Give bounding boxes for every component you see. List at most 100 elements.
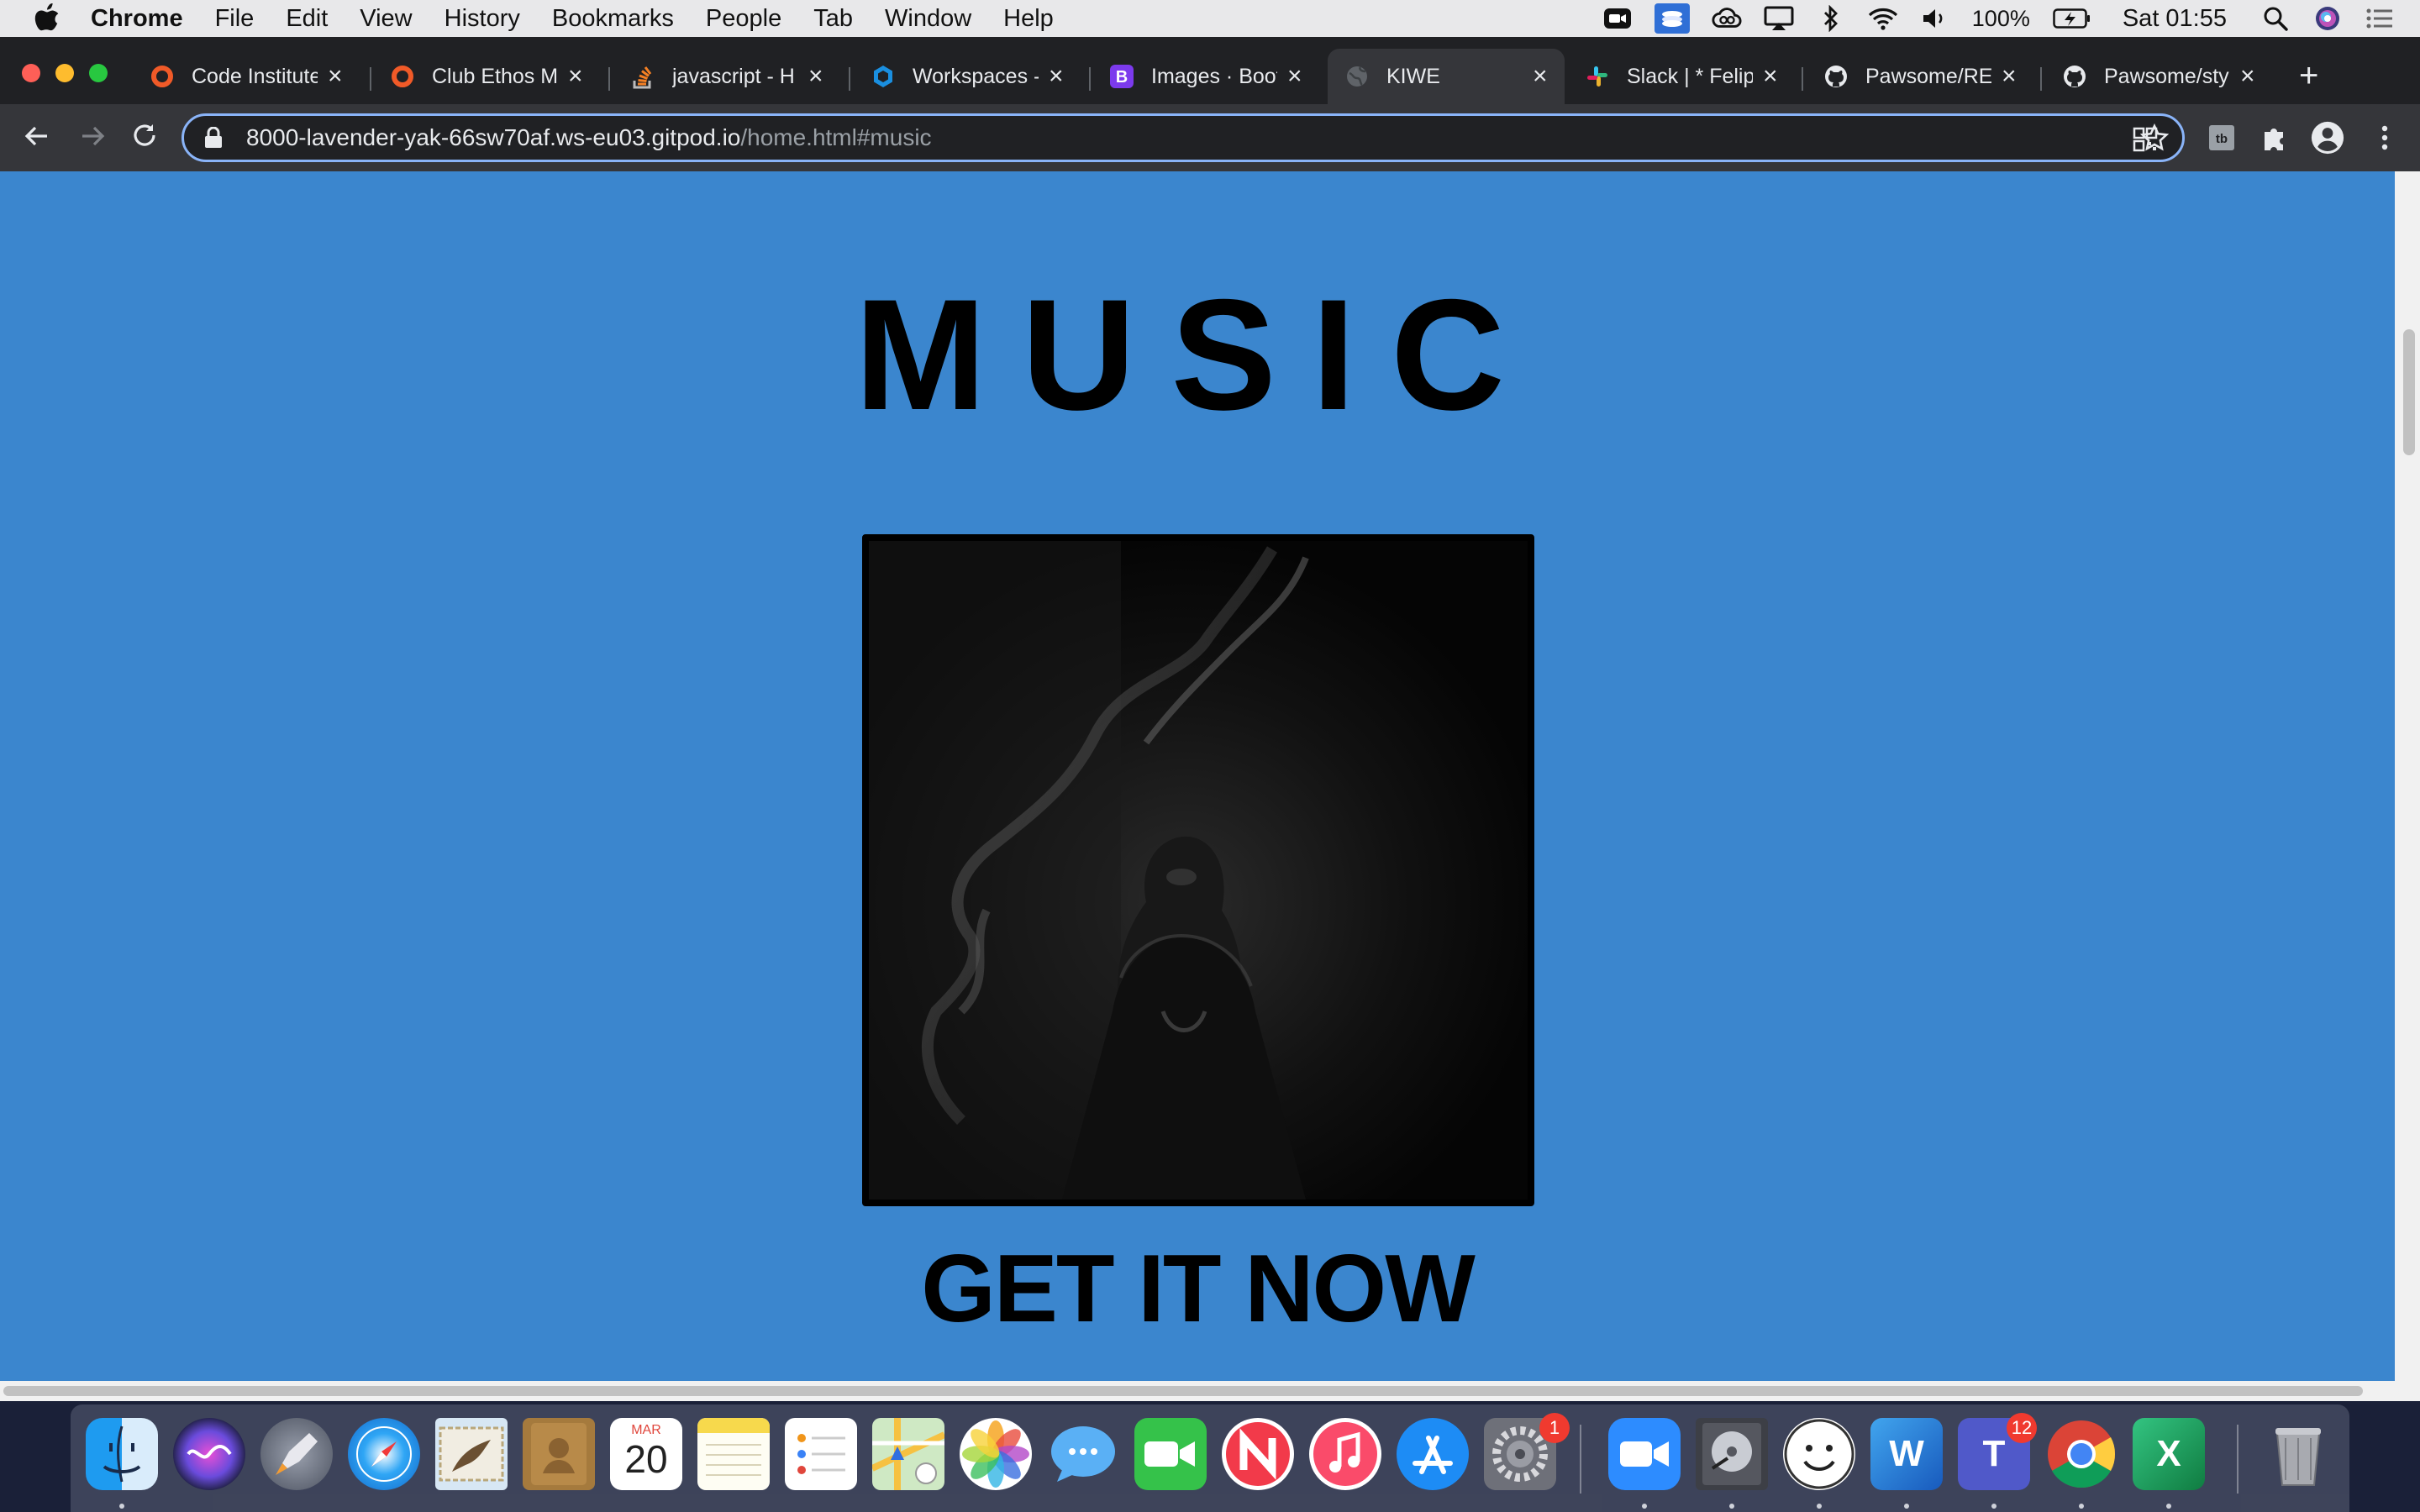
- tab-close-icon[interactable]: ×: [1049, 64, 1067, 89]
- menu-people[interactable]: People: [706, 5, 781, 33]
- tab-close-icon[interactable]: ×: [808, 64, 827, 89]
- disk-utility-icon[interactable]: [1696, 1418, 1768, 1490]
- bootstrap-icon: B: [1109, 64, 1134, 89]
- address-bar[interactable]: 8000-lavender-yak-66sw70af.ws-eu03.gitpo…: [182, 113, 2185, 162]
- notes-icon[interactable]: [697, 1418, 770, 1490]
- album-cover-image[interactable]: [862, 534, 1534, 1206]
- mail-icon[interactable]: [435, 1418, 508, 1490]
- window-close-button[interactable]: [22, 64, 40, 82]
- tab-workspaces[interactable]: Workspaces - ×: [854, 49, 1081, 104]
- apple-logo-icon[interactable]: [34, 3, 60, 34]
- menu-window[interactable]: Window: [885, 5, 971, 33]
- safari-icon[interactable]: [348, 1418, 420, 1490]
- tab-close-icon[interactable]: ×: [568, 64, 587, 89]
- wifi-icon[interactable]: [1868, 6, 1898, 31]
- tab-close-icon[interactable]: ×: [1287, 64, 1306, 89]
- section-title: MUSIC: [855, 266, 1540, 443]
- trash-icon[interactable]: [2262, 1418, 2334, 1490]
- battery-icon[interactable]: [2052, 6, 2092, 31]
- menu-tab[interactable]: Tab: [813, 5, 853, 33]
- new-tab-button[interactable]: +: [2299, 59, 2318, 92]
- tab-kiwe[interactable]: KIWE ×: [1328, 49, 1565, 104]
- tab-label: Pawsome/sty: [2104, 64, 2229, 88]
- chrome-icon[interactable]: [2045, 1418, 2118, 1490]
- tab-slack[interactable]: Slack | * Felip ×: [1568, 49, 1795, 104]
- teams-letter: T: [1982, 1433, 2006, 1474]
- tab-pawsome-style[interactable]: Pawsome/sty ×: [2045, 49, 2272, 104]
- airplay-icon[interactable]: [1764, 6, 1794, 31]
- more-menu-icon[interactable]: [2368, 121, 2402, 155]
- word-icon[interactable]: W: [1870, 1418, 1943, 1490]
- menu-view[interactable]: View: [360, 5, 412, 33]
- extensions-puzzle-icon[interactable]: [2257, 121, 2291, 155]
- maps-icon[interactable]: [872, 1418, 944, 1490]
- forward-button[interactable]: [76, 121, 109, 155]
- tab-close-icon[interactable]: ×: [2240, 64, 2259, 89]
- siri-status-icon[interactable]: [2312, 6, 2343, 31]
- tab-label: Code Institute: [192, 64, 318, 88]
- launchpad-icon[interactable]: [260, 1418, 333, 1490]
- music-icon[interactable]: [1309, 1418, 1381, 1490]
- tab-label: Slack | * Felip: [1627, 64, 1753, 88]
- app-store-icon[interactable]: [1397, 1418, 1469, 1490]
- back-button[interactable]: [20, 121, 54, 155]
- calendar-icon[interactable]: MAR 20: [610, 1418, 682, 1490]
- horizontal-scrollbar-thumb[interactable]: [3, 1386, 2363, 1396]
- messages-icon[interactable]: [1047, 1418, 1119, 1490]
- window-minimize-button[interactable]: [55, 64, 74, 82]
- macos-menubar: Chrome File Edit View History Bookmarks …: [0, 0, 2420, 37]
- tab-label: Pawsome/RE: [1865, 64, 1991, 88]
- reminders-icon[interactable]: [785, 1418, 857, 1490]
- stackoverflow-icon: [630, 64, 655, 89]
- creative-cloud-icon[interactable]: [1712, 6, 1742, 31]
- finder-icon[interactable]: [86, 1418, 158, 1490]
- zoom-status-icon[interactable]: [1602, 6, 1633, 31]
- notification-center-icon[interactable]: [2365, 6, 2395, 31]
- contacts-icon[interactable]: [523, 1418, 595, 1490]
- bluetooth-icon[interactable]: [1816, 5, 1846, 32]
- tab-close-icon[interactable]: ×: [1763, 64, 1781, 89]
- tab-club-ethos[interactable]: Club Ethos M ×: [373, 49, 600, 104]
- vertical-scrollbar-thumb[interactable]: [2403, 329, 2415, 455]
- menu-bookmarks[interactable]: Bookmarks: [552, 5, 674, 33]
- zoom-icon[interactable]: [1608, 1418, 1681, 1490]
- profile-avatar-icon[interactable]: [2311, 121, 2344, 155]
- photos-icon[interactable]: [960, 1418, 1032, 1490]
- tab-javascript[interactable]: javascript - H ×: [613, 49, 840, 104]
- siri-icon[interactable]: [173, 1418, 245, 1490]
- running-indicator: [119, 1504, 124, 1509]
- tab-close-icon[interactable]: ×: [2002, 64, 2020, 89]
- tab-label: Club Ethos M: [432, 64, 558, 88]
- reload-button[interactable]: [128, 121, 161, 155]
- menubar-clock[interactable]: Sat 01:55: [2123, 5, 2227, 33]
- smiley-icon[interactable]: [1783, 1418, 1855, 1490]
- menu-app-name[interactable]: Chrome: [91, 5, 183, 33]
- stack-status-icon[interactable]: [1654, 3, 1690, 34]
- lock-icon[interactable]: [204, 127, 223, 149]
- menu-help[interactable]: Help: [1003, 5, 1054, 33]
- page-viewport: MUSIC GET IT NOW: [0, 171, 2420, 1401]
- extension-tab-icon[interactable]: tb: [2205, 121, 2238, 155]
- menu-file[interactable]: File: [215, 5, 255, 33]
- menu-history[interactable]: History: [445, 5, 520, 33]
- menu-edit[interactable]: Edit: [286, 5, 328, 33]
- tab-pawsome-readme[interactable]: Pawsome/RE ×: [1807, 49, 2033, 104]
- news-icon[interactable]: [1222, 1418, 1294, 1490]
- facetime-icon[interactable]: [1134, 1418, 1207, 1490]
- spotlight-search-icon[interactable]: [2260, 6, 2291, 31]
- bookmark-star-icon[interactable]: [2138, 121, 2171, 155]
- tab-code-institute[interactable]: Code Institute ×: [133, 49, 360, 104]
- calendar-month: MAR: [631, 1423, 661, 1437]
- tab-close-icon[interactable]: ×: [1533, 64, 1551, 89]
- tab-images-bootstrap[interactable]: B Images · Boot ×: [1092, 49, 1319, 104]
- tab-close-icon[interactable]: ×: [328, 64, 346, 89]
- horizontal-scrollbar[interactable]: [0, 1381, 2420, 1401]
- running-indicator: [1991, 1504, 1996, 1509]
- window-zoom-button[interactable]: [89, 64, 108, 82]
- svg-text:tb: tb: [2216, 132, 2228, 146]
- get-it-now-cta[interactable]: GET IT NOW: [0, 1234, 2395, 1344]
- code-institute-icon: [150, 64, 175, 89]
- excel-icon[interactable]: X: [2133, 1418, 2205, 1490]
- volume-icon[interactable]: [1920, 6, 1950, 31]
- vertical-scrollbar[interactable]: [2395, 171, 2420, 1381]
